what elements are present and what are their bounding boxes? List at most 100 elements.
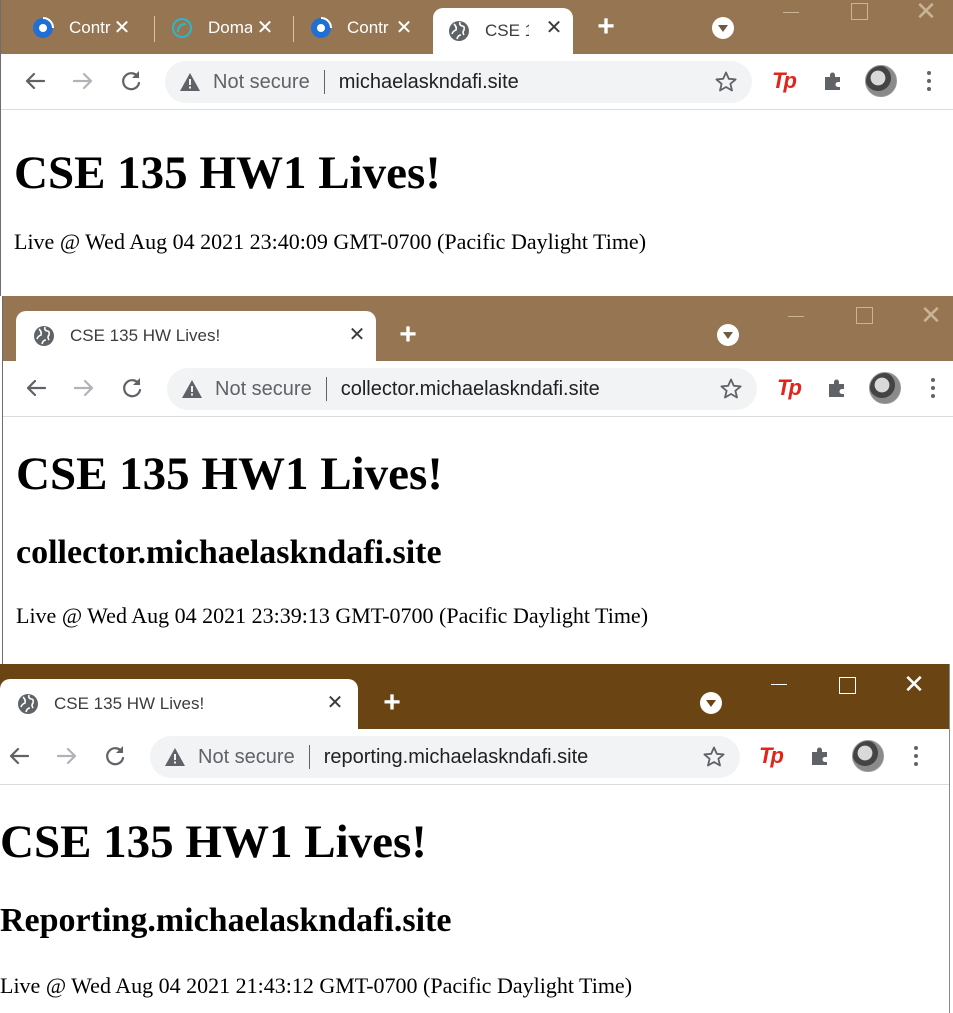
globe-icon (32, 324, 56, 348)
page-content: CSE 135 HW1 Lives! Reporting.michaelaskn… (0, 785, 949, 1013)
page-content: CSE 135 HW1 Lives! Live @ Wed Aug 04 202… (1, 110, 953, 296)
tab-digitalocean[interactable]: Doma ✕ (156, 8, 284, 48)
close-window-button[interactable]: ✕ (908, 0, 944, 28)
close-window-button[interactable]: ✕ (896, 671, 932, 701)
back-icon[interactable] (4, 741, 34, 771)
security-label[interactable]: Not secure (215, 378, 312, 401)
tab-title: Contr (69, 18, 111, 37)
globe-icon (447, 19, 471, 43)
browser-window-main: Contr ✕ Doma ✕ Contr ✕ CSE 1 ✕ + ✕ (0, 0, 953, 296)
new-tab-button[interactable]: + (393, 320, 423, 350)
address-bar[interactable]: Not secure michaelaskndafi.site (165, 61, 752, 103)
address-bar[interactable]: Not secure reporting.michaelaskndafi.sit… (150, 736, 740, 778)
minimize-button[interactable] (772, 0, 808, 30)
tab-search-icon[interactable] (717, 324, 739, 346)
back-icon[interactable] (21, 373, 51, 403)
close-icon[interactable]: ✕ (254, 17, 276, 39)
page-heading: CSE 135 HW1 Lives! (16, 448, 443, 500)
tab-strip: Contr ✕ Doma ✕ Contr ✕ CSE 1 ✕ + ✕ (1, 0, 953, 54)
tab-title: CSE 135 HW Lives! (70, 326, 221, 345)
cloudflare-icon (31, 16, 55, 40)
page-subheading: collector.michaelaskndafi.site (16, 534, 442, 571)
forward-icon[interactable] (69, 373, 99, 403)
live-timestamp: Live @ Wed Aug 04 2021 21:43:12 GMT-0700… (0, 973, 633, 998)
tab-title: Contr (347, 18, 389, 37)
close-window-button[interactable]: ✕ (913, 302, 949, 332)
extensions-puzzle-icon[interactable] (821, 69, 845, 93)
forward-icon[interactable] (52, 741, 82, 771)
tab-search-icon[interactable] (712, 17, 734, 39)
kebab-menu-icon[interactable] (929, 375, 937, 401)
tp-extension-icon[interactable]: Tp (777, 375, 802, 401)
globe-icon (16, 692, 40, 716)
forward-icon[interactable] (68, 66, 98, 96)
maximize-button[interactable] (845, 304, 881, 334)
maximize-button[interactable] (840, 0, 876, 30)
new-tab-button[interactable]: + (377, 688, 407, 718)
divider (323, 70, 325, 94)
security-label[interactable]: Not secure (213, 71, 310, 94)
profile-avatar[interactable] (852, 740, 884, 772)
reload-icon[interactable] (117, 373, 147, 403)
digitalocean-icon (170, 16, 194, 40)
browser-window-reporting: CSE 135 HW Lives! ✕ + ✕ Not secure repor… (0, 664, 950, 1013)
warning-icon[interactable] (181, 378, 203, 400)
tab-cloudflare-1[interactable]: Contr ✕ (17, 8, 141, 48)
tp-extension-icon[interactable]: Tp (759, 743, 784, 769)
kebab-menu-icon[interactable] (925, 68, 933, 94)
url-text[interactable]: reporting.michaelaskndafi.site (324, 746, 589, 769)
reload-icon[interactable] (100, 741, 130, 771)
tp-extension-icon[interactable]: Tp (772, 68, 797, 94)
toolbar: Not secure michaelaskndafi.site Tp (1, 54, 953, 110)
kebab-menu-icon[interactable] (912, 743, 920, 769)
close-icon[interactable]: ✕ (324, 692, 346, 714)
tab-title: CSE 135 HW Lives! (54, 694, 205, 713)
tab-title: Doma (208, 18, 252, 37)
page-subheading: Reporting.michaelaskndafi.site (0, 902, 452, 939)
divider (308, 745, 310, 769)
extensions-puzzle-icon[interactable] (808, 744, 832, 768)
live-timestamp: Live @ Wed Aug 04 2021 23:40:09 GMT-0700… (14, 229, 647, 254)
address-bar[interactable]: Not secure collector.michaelaskndafi.sit… (167, 368, 757, 410)
live-timestamp: Live @ Wed Aug 04 2021 23:39:13 GMT-0700… (16, 603, 649, 628)
divider (325, 377, 327, 401)
cloudflare-icon (309, 16, 333, 40)
bookmark-star-icon[interactable] (714, 70, 738, 94)
bookmark-star-icon[interactable] (719, 377, 743, 401)
toolbar: Not secure reporting.michaelaskndafi.sit… (0, 729, 949, 785)
tab-strip: CSE 135 HW Lives! ✕ + ✕ (0, 664, 949, 729)
warning-icon[interactable] (179, 71, 201, 93)
close-icon[interactable]: ✕ (111, 17, 133, 39)
new-tab-button[interactable]: + (591, 12, 621, 42)
url-text[interactable]: collector.michaelaskndafi.site (341, 378, 600, 401)
maximize-button[interactable] (828, 674, 864, 704)
close-icon[interactable]: ✕ (393, 17, 415, 39)
warning-icon[interactable] (164, 746, 186, 768)
tab-strip: CSE 135 HW Lives! ✕ + ✕ (3, 296, 953, 361)
page-heading: CSE 135 HW1 Lives! (14, 147, 441, 199)
tab-cloudflare-2[interactable]: Contr ✕ (295, 8, 423, 48)
minimize-button[interactable] (777, 304, 813, 334)
page-heading: CSE 135 HW1 Lives! (0, 816, 427, 868)
tab-separator (154, 16, 155, 42)
page-content: CSE 135 HW1 Lives! collector.michaelaskn… (3, 417, 953, 664)
tab-separator (293, 16, 294, 42)
back-icon[interactable] (20, 66, 50, 96)
close-icon[interactable]: ✕ (346, 324, 368, 346)
tab-title: CSE 1 (485, 21, 529, 40)
extensions-puzzle-icon[interactable] (825, 376, 849, 400)
security-label[interactable]: Not secure (198, 746, 295, 769)
tab-active[interactable]: CSE 135 HW Lives! ✕ (16, 311, 376, 361)
close-icon[interactable]: ✕ (543, 17, 565, 39)
minimize-button[interactable] (760, 672, 796, 702)
reload-icon[interactable] (116, 66, 146, 96)
tab-search-icon[interactable] (700, 692, 722, 714)
bookmark-star-icon[interactable] (702, 745, 726, 769)
profile-avatar[interactable] (865, 65, 897, 97)
tab-active[interactable]: CSE 135 HW Lives! ✕ (0, 679, 358, 729)
browser-window-collector: CSE 135 HW Lives! ✕ + ✕ Not secure colle… (2, 296, 953, 664)
tab-active[interactable]: CSE 1 ✕ (433, 8, 573, 54)
toolbar: Not secure collector.michaelaskndafi.sit… (3, 361, 953, 417)
profile-avatar[interactable] (869, 372, 901, 404)
url-text[interactable]: michaelaskndafi.site (339, 71, 519, 94)
